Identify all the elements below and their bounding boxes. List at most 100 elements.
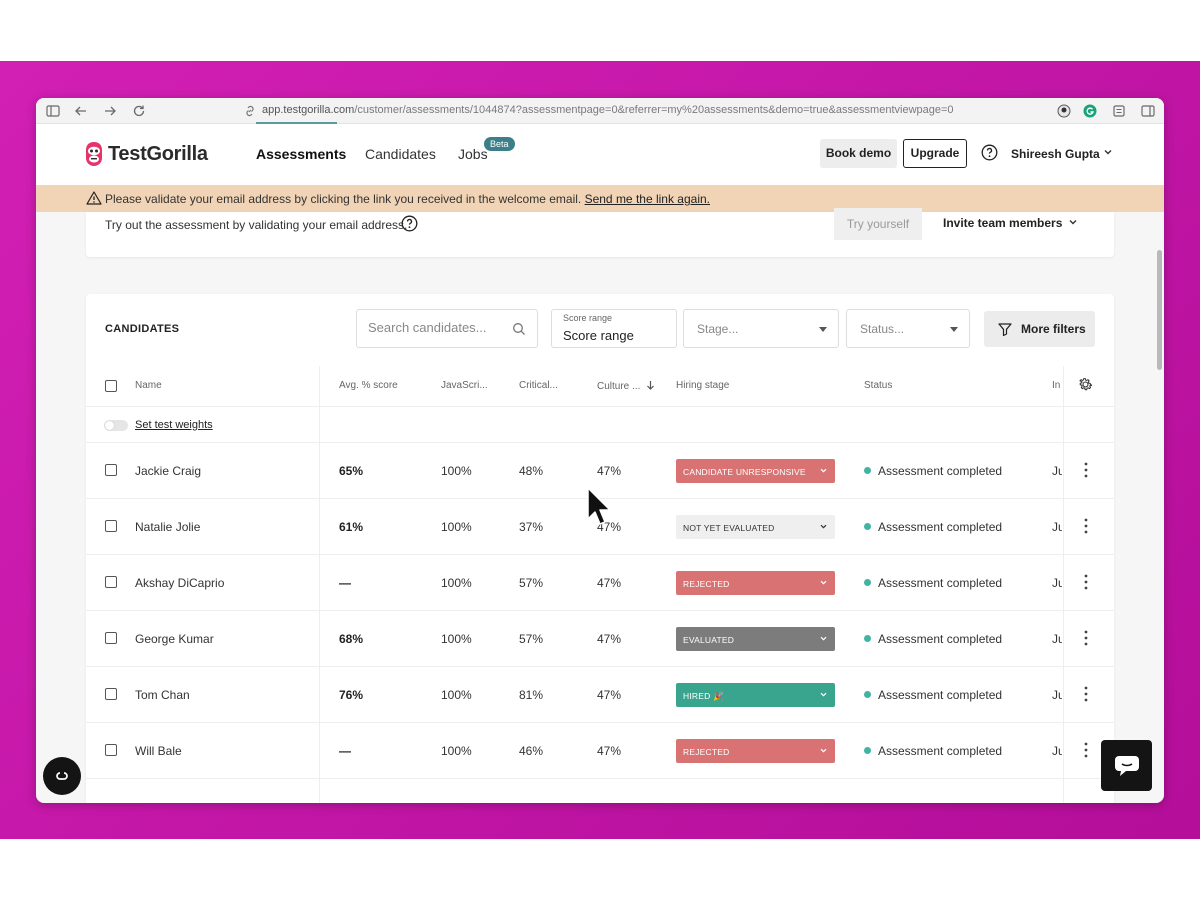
nav-jobs[interactable]: Jobs	[458, 146, 488, 162]
test-weights-toggle[interactable]	[104, 420, 128, 431]
more-filters-button[interactable]: More filters	[984, 311, 1095, 347]
more-options-icon[interactable]	[1081, 685, 1091, 703]
help-icon[interactable]	[981, 144, 998, 161]
status-text: Assessment completed	[878, 464, 1003, 478]
col-culture[interactable]: Culture ...	[597, 380, 655, 392]
culture-score: 47%	[597, 576, 622, 590]
url-host: app.testgorilla.com	[262, 104, 355, 116]
avg-score: 65%	[339, 464, 364, 478]
status-select[interactable]: Status...	[846, 309, 970, 348]
status-dot	[864, 635, 871, 642]
set-test-weights-link[interactable]: Set test weights	[135, 419, 213, 431]
split-view-icon[interactable]	[1140, 103, 1156, 119]
grammarly-icon[interactable]	[1082, 103, 1098, 119]
col-javascript[interactable]: JavaScri...	[441, 380, 488, 391]
critical-score: 81%	[519, 688, 544, 702]
table-row[interactable]: Akshay DiCaprio — 100% 57% 47% REJECTED Assess…	[86, 555, 1114, 611]
address-bar[interactable]: app.testgorilla.com/customer/assessments…	[262, 104, 954, 116]
critical-score: 46%	[519, 744, 544, 758]
chevron-down-icon[interactable]	[1067, 216, 1079, 228]
upgrade-button[interactable]: Upgrade	[903, 139, 967, 168]
candidate-name[interactable]: George Kumar	[135, 632, 214, 646]
avg-score: 76%	[339, 688, 364, 702]
test-weights-row: Set test weights	[86, 407, 1114, 443]
nav-candidates[interactable]: Candidates	[365, 146, 436, 162]
status-text: Assessment completed	[878, 632, 1003, 646]
chat-launcher-button[interactable]	[1101, 740, 1152, 791]
col-name[interactable]: Name	[135, 380, 162, 391]
score-range-filter[interactable]: Score range Score range	[551, 309, 677, 348]
hiring-stage-dropdown[interactable]: NOT YET EVALUATED	[676, 515, 835, 539]
hiring-stage-dropdown[interactable]: HIRED 🎉	[676, 683, 835, 707]
candidate-name[interactable]: Akshay DiCaprio	[135, 576, 224, 590]
status-text: Assessment completed	[878, 520, 1003, 534]
col-critical[interactable]: Critical...	[519, 380, 558, 391]
hiring-stage-dropdown[interactable]: CANDIDATE UNRESPONSIVE	[676, 459, 835, 483]
table-row[interactable]: Tom Chan 76% 100% 81% 47% HIRED 🎉 Assessment c…	[86, 667, 1114, 723]
col-hiring-stage[interactable]: Hiring stage	[676, 380, 729, 391]
table-header: Name Avg. % score JavaScri... Critical..…	[86, 366, 1114, 407]
more-options-icon[interactable]	[1081, 741, 1091, 759]
col-invited[interactable]: In	[1052, 380, 1062, 391]
hiring-stage-dropdown[interactable]: EVALUATED	[676, 627, 835, 651]
hiring-stage-dropdown[interactable]: REJECTED	[676, 739, 835, 763]
warning-text-wrap: Please validate your email address by cl…	[105, 192, 710, 206]
score-range-label: Score range	[563, 313, 613, 323]
reload-icon[interactable]	[131, 103, 147, 119]
extension-icon[interactable]	[1056, 103, 1072, 119]
reader-icon[interactable]	[1111, 103, 1127, 119]
invite-team-button[interactable]: Invite team members	[943, 216, 1062, 230]
back-icon[interactable]	[73, 103, 89, 119]
book-demo-button[interactable]: Book demo	[820, 139, 897, 168]
score-range-value: Score range	[563, 328, 634, 343]
chevron-down-icon	[820, 580, 827, 585]
chevron-down-icon[interactable]	[1102, 146, 1114, 158]
row-checkbox[interactable]	[105, 520, 117, 532]
status-select-placeholder: Status...	[860, 322, 905, 336]
nav-assessments[interactable]: Assessments	[256, 146, 346, 162]
candidates-panel: CANDIDATES Score range Score range Stage…	[86, 294, 1114, 803]
col-status[interactable]: Status	[864, 380, 892, 391]
status-dot	[864, 523, 871, 530]
sidebar-toggle-icon[interactable]	[45, 103, 61, 119]
col-avg-score[interactable]: Avg. % score	[339, 380, 398, 391]
search-box[interactable]	[356, 309, 538, 348]
try-yourself-button[interactable]: Try yourself	[834, 208, 922, 240]
row-checkbox[interactable]	[105, 688, 117, 700]
table-row[interactable]: Will Bale — 100% 46% 47% REJECTED Assessment c…	[86, 723, 1114, 779]
critical-score: 57%	[519, 632, 544, 646]
more-options-icon[interactable]	[1081, 517, 1091, 535]
row-checkbox[interactable]	[105, 744, 117, 756]
row-checkbox[interactable]	[105, 576, 117, 588]
user-menu-name[interactable]: Shireesh Gupta	[1011, 147, 1100, 161]
row-checkbox[interactable]	[105, 632, 117, 644]
help-launcher-button[interactable]	[43, 757, 81, 795]
gear-icon[interactable]	[1077, 376, 1094, 393]
app-header: TestGorilla Assessments Candidates Jobs …	[36, 124, 1164, 185]
search-icon[interactable]	[512, 322, 526, 336]
candidate-name[interactable]: Tom Chan	[135, 688, 190, 702]
select-all-checkbox[interactable]	[105, 380, 117, 392]
resend-link[interactable]: Send me the link again.	[585, 192, 710, 206]
candidate-name[interactable]: Will Bale	[135, 744, 182, 758]
hiring-stage-dropdown[interactable]: REJECTED	[676, 571, 835, 595]
candidate-name[interactable]: Jackie Craig	[135, 464, 201, 478]
more-options-icon[interactable]	[1081, 573, 1091, 591]
table-row[interactable]: George Kumar 68% 100% 57% 47% EVALUATED Assess…	[86, 611, 1114, 667]
stage-select[interactable]: Stage...	[683, 309, 839, 348]
search-input[interactable]	[368, 320, 508, 335]
page-scrollbar[interactable]	[1157, 250, 1162, 370]
more-options-icon[interactable]	[1081, 461, 1091, 479]
candidate-name[interactable]: Natalie Jolie	[135, 520, 200, 534]
row-checkbox[interactable]	[105, 464, 117, 476]
status-text: Assessment completed	[878, 744, 1003, 758]
sort-down-icon[interactable]	[646, 380, 655, 390]
chat-icon	[1115, 756, 1139, 776]
beta-badge: Beta	[484, 137, 515, 151]
more-options-icon[interactable]	[1081, 629, 1091, 647]
help-icon[interactable]	[401, 215, 418, 232]
more-filters-label: More filters	[1021, 322, 1086, 336]
brand-logo[interactable]: TestGorilla	[84, 138, 208, 170]
forward-icon[interactable]	[102, 103, 118, 119]
stage-select-placeholder: Stage...	[697, 322, 739, 336]
